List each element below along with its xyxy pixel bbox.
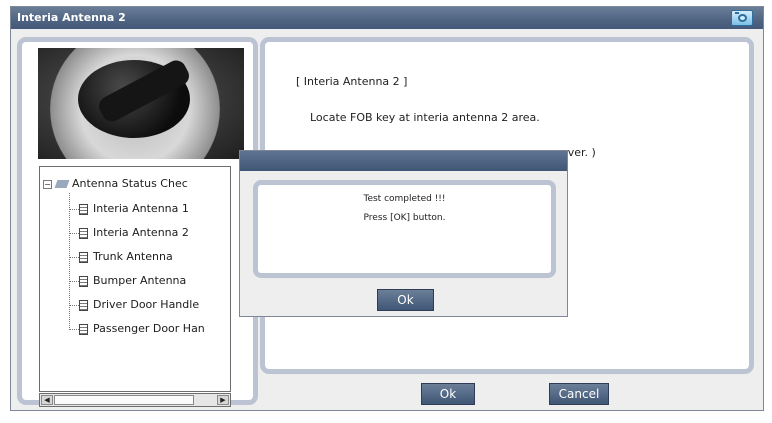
tree-item-bumper-antenna[interactable]: Bumper Antenna <box>69 274 186 287</box>
tree-item-interia-antenna-1[interactable]: Interia Antenna 1 <box>69 202 189 215</box>
dialog-message-line1: Test completed !!! <box>363 194 446 204</box>
dialog-ok-button[interactable]: Ok <box>377 289 434 311</box>
tree-item-label: Driver Door Handle <box>93 298 200 311</box>
scroll-right-icon[interactable]: ▶ <box>217 395 229 405</box>
dialog-titlebar <box>240 151 567 171</box>
document-icon <box>79 323 88 335</box>
folder-icon <box>54 180 70 188</box>
document-icon <box>79 203 88 215</box>
tree-item-label: Bumper Antenna <box>93 274 187 287</box>
tree-item-passenger-door-handle[interactable]: Passenger Door Han <box>69 322 205 335</box>
dialog-message-line2: Press [OK] button. <box>363 213 446 223</box>
document-icon <box>79 299 88 311</box>
instruction-text: Locate FOB key at interia antenna 2 area… <box>310 111 540 124</box>
ok-button[interactable]: Ok <box>421 383 475 405</box>
window-title: Interia Antenna 2 <box>17 11 126 24</box>
dialog-message-box: Test completed !!! Press [OK] button. <box>253 180 556 278</box>
cancel-button[interactable]: Cancel <box>549 383 609 405</box>
tree-root-label: Antenna Status Chec <box>72 177 188 190</box>
collapse-icon[interactable]: − <box>43 179 52 189</box>
scroll-thumb[interactable] <box>54 395 194 405</box>
document-icon <box>79 275 88 287</box>
scroll-left-icon[interactable]: ◀ <box>41 395 53 405</box>
tree-item-interia-antenna-2[interactable]: Interia Antenna 2 <box>69 226 189 239</box>
left-panel: − Antenna Status Chec Interia Antenna 1 I… <box>17 37 258 407</box>
document-icon <box>79 251 88 263</box>
tree-item-label: Trunk Antenna <box>93 250 173 263</box>
test-complete-dialog: Test completed !!! Press [OK] button. Ok <box>239 150 568 317</box>
tree-item-trunk-antenna[interactable]: Trunk Antenna <box>69 250 173 263</box>
tree-root-node[interactable]: − Antenna Status Chec <box>43 177 188 190</box>
tree-item-label: Interia Antenna 1 <box>93 202 189 215</box>
tree-item-label: Interia Antenna 2 <box>93 226 189 239</box>
main-window: Interia Antenna 2 − Antenna Status Chec I… <box>10 6 764 411</box>
window-titlebar: Interia Antenna 2 <box>11 7 763 29</box>
document-icon <box>79 227 88 239</box>
instruction-title: [ Interia Antenna 2 ] <box>296 75 408 88</box>
camera-icon[interactable] <box>731 10 753 26</box>
tree-item-driver-door-handle[interactable]: Driver Door Handle <box>69 298 199 311</box>
horizontal-scrollbar[interactable]: ◀ ▶ <box>39 393 231 407</box>
ignition-switch-image <box>38 48 244 159</box>
tree-item-label: Passenger Door Han <box>93 322 205 335</box>
antenna-tree[interactable]: − Antenna Status Chec Interia Antenna 1 I… <box>39 166 231 392</box>
